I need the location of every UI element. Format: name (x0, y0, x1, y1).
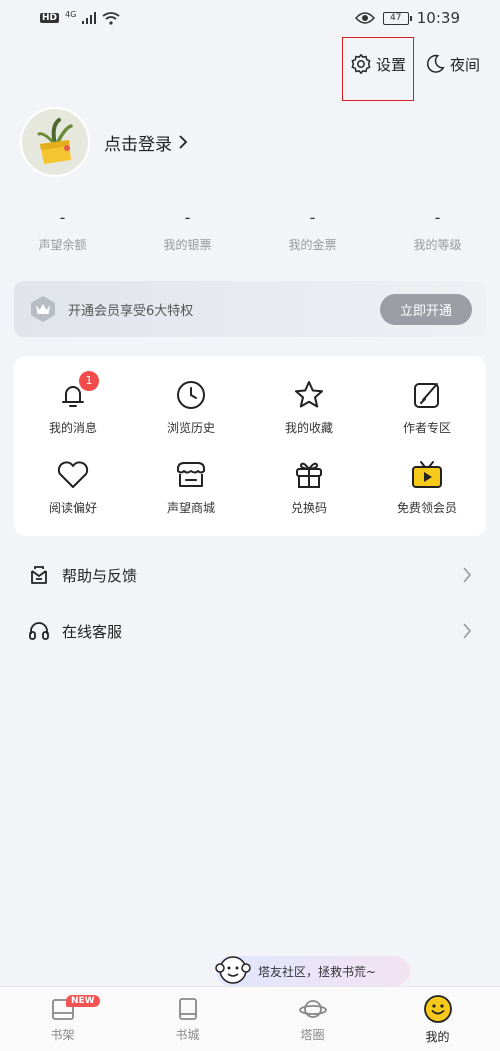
login-link[interactable]: 点击登录 (104, 130, 188, 155)
gift-icon (291, 457, 327, 493)
edit-icon (409, 377, 445, 413)
tab-label: 我的 (425, 1029, 450, 1044)
clock-icon (173, 377, 209, 413)
signal-icon (82, 12, 97, 24)
grid-item-reading-preference[interactable]: 阅读偏好 (14, 446, 132, 526)
list-label: 在线客服 (62, 622, 123, 641)
night-mode-button[interactable]: 夜间 (422, 44, 482, 84)
grid-item-redeem-code[interactable]: 兑换码 (250, 446, 368, 526)
status-right: 47 10:39 (354, 9, 460, 27)
wifi-icon (102, 11, 120, 25)
grid-item-author-zone[interactable]: 作者专区 (368, 366, 486, 446)
vip-open-button[interactable]: 立即开通 (379, 293, 472, 325)
grid-label: 阅读偏好 (48, 500, 97, 515)
book-icon (178, 997, 197, 1020)
settings-button[interactable]: 设置 (348, 44, 408, 84)
grid-item-reputation-store[interactable]: 声望商城 (132, 446, 250, 526)
stat-reputation[interactable]: - 声望余额 (0, 208, 125, 253)
network-type: 4G (65, 9, 77, 19)
status-bar: HD 4G 47 10:39 (0, 0, 500, 36)
community-bubble[interactable]: 塔友社区，拯救书荒~ (215, 956, 410, 986)
store-icon (173, 457, 209, 493)
status-left: HD 4G (40, 9, 120, 25)
stat-label: 我的银票 (163, 238, 212, 252)
bottom-tab-bar: NEW 书架 书城 塔圈 我的 (0, 986, 500, 1051)
tab-mine[interactable]: 我的 (375, 987, 500, 1051)
stat-label: 声望余额 (38, 238, 87, 252)
clock-time: 10:39 (416, 9, 460, 27)
stat-label: 我的等级 (413, 238, 462, 252)
grid-label: 免费领会员 (396, 500, 457, 515)
stat-value: - (184, 208, 191, 227)
battery-icon: 47 (382, 11, 412, 25)
grid-label: 浏览历史 (166, 420, 215, 435)
grid-item-messages[interactable]: 1 我的消息 (14, 366, 132, 446)
grid-item-history[interactable]: 浏览历史 (132, 366, 250, 446)
stat-level[interactable]: - 我的等级 (375, 208, 500, 253)
profile-section[interactable]: 点击登录 (20, 107, 188, 177)
tab-bookstore[interactable]: 书城 (125, 987, 250, 1051)
eye-icon (354, 12, 375, 24)
top-actions: 设置 夜间 (348, 44, 482, 84)
tab-label: 书架 (50, 1027, 75, 1042)
stat-label: 我的金票 (288, 238, 337, 252)
vip-banner[interactable]: 开通会员享受6大特权 立即开通 (14, 281, 486, 337)
grid-label: 作者专区 (402, 420, 451, 435)
settings-label: 设置 (375, 55, 406, 74)
list-item-online-service[interactable]: 在线客服 (0, 603, 500, 659)
tab-bookshelf[interactable]: NEW 书架 (0, 987, 125, 1051)
moon-icon (427, 54, 445, 73)
list-label: 帮助与反馈 (62, 566, 138, 585)
grid-item-free-membership[interactable]: 免费领会员 (368, 446, 486, 526)
chevron-right-icon (463, 567, 472, 583)
stat-silver-tickets[interactable]: - 我的银票 (125, 208, 250, 253)
stat-value: - (434, 208, 441, 227)
planet-icon (298, 999, 327, 1018)
avatar[interactable] (20, 107, 90, 177)
list-item-help-feedback[interactable]: 帮助与反馈 (0, 547, 500, 603)
stat-gold-tickets[interactable]: - 我的金票 (250, 208, 375, 253)
community-bubble-text: 塔友社区，拯救书荒~ (258, 964, 377, 979)
message-count-badge: 1 (79, 370, 99, 391)
bell-icon: 1 (55, 370, 99, 413)
grid-label: 我的消息 (48, 420, 97, 435)
grid-item-favorites[interactable]: 我的收藏 (250, 366, 368, 446)
login-label: 点击登录 (104, 134, 172, 155)
grid-label: 声望商城 (166, 500, 215, 515)
chevron-right-icon (463, 623, 472, 639)
vip-promo-text: 开通会员享受6大特权 (68, 303, 194, 319)
gear-icon (351, 54, 371, 74)
grid-label: 我的收藏 (284, 420, 333, 435)
monkey-mascot-icon (215, 956, 251, 984)
night-label: 夜间 (449, 55, 480, 74)
tab-tower-circle[interactable]: 塔圈 (250, 987, 375, 1051)
crown-badge-icon (31, 296, 55, 322)
star-icon (291, 377, 327, 413)
tv-play-icon (409, 457, 445, 493)
plant-avatar-icon (37, 118, 73, 164)
chevron-right-icon (179, 135, 188, 149)
grid-label: 兑换码 (290, 500, 327, 515)
new-badge: NEW (66, 995, 100, 1007)
headset-icon (29, 622, 49, 640)
tab-label: 书城 (175, 1027, 200, 1042)
hd-indicator: HD (40, 13, 60, 23)
stats-row: - 声望余额 - 我的银票 - 我的金票 - 我的等级 (0, 208, 500, 253)
tab-label: 塔圈 (300, 1027, 325, 1042)
stat-value: - (59, 208, 66, 227)
heart-icon (55, 457, 91, 493)
smile-icon (423, 994, 452, 1023)
feature-grid: 1 我的消息 浏览历史 我的收藏 作者专区 阅读偏好 声望商城 兑换码 免费领会… (14, 356, 486, 536)
feedback-icon (31, 566, 47, 584)
stat-value: - (309, 208, 316, 227)
